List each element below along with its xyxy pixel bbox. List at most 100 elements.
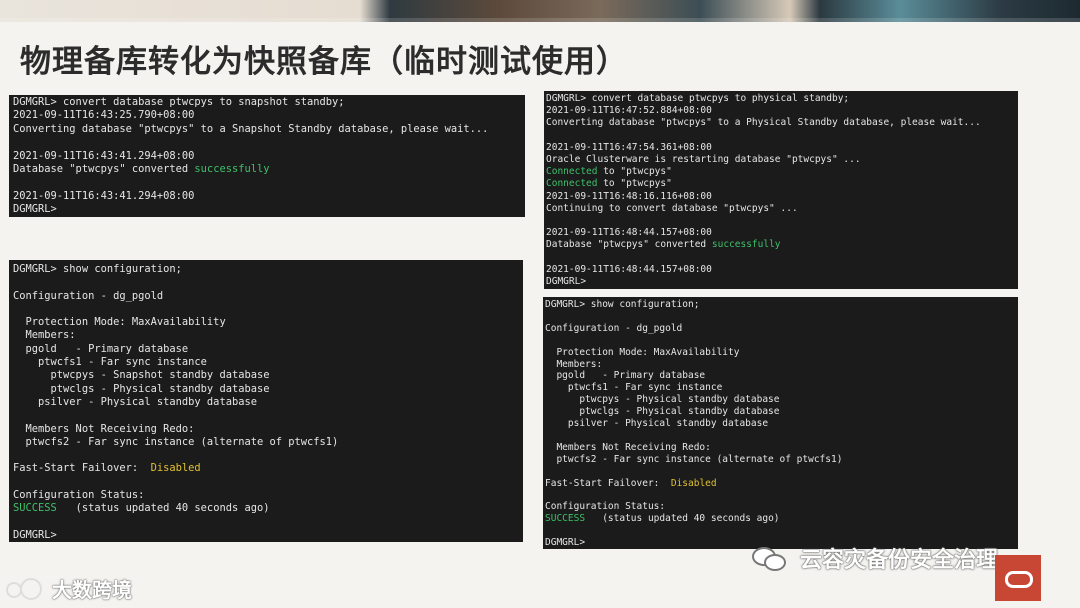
terminal-status-keyword: SUCCESS — [13, 502, 57, 515]
terminal-line-text: Continuing to convert database "ptwcpys"… — [546, 202, 798, 214]
decorative-banner — [0, 0, 1080, 22]
terminal-line-text — [545, 525, 551, 536]
terminal-line: Database "ptwcpys" converted successfull… — [13, 163, 521, 176]
terminal-line: Continuing to convert database "ptwcpys"… — [546, 203, 1016, 215]
terminal-line-text: DGMGRL> convert database ptwcpys to snap… — [13, 96, 345, 108]
terminal-line-text — [13, 409, 19, 421]
terminal-line-text: 2021-09-11T16:48:44.157+08:00 — [546, 227, 712, 239]
terminal-status-keyword: Disabled — [150, 462, 201, 475]
terminal-line: SUCCESS (status updated 40 seconds ago) — [13, 502, 519, 515]
terminal-line-text: (status updated 40 seconds ago) — [56, 502, 270, 515]
terminal-line-text — [545, 490, 551, 501]
terminal-line-text: Configuration Status: — [13, 489, 145, 502]
terminal-line-text: DGMGRL> — [13, 528, 57, 541]
terminal-line-text: Fast-Start Failover: — [545, 477, 671, 489]
terminal-line — [545, 430, 1016, 442]
terminal-line: ptwclgs - Physical standby database — [13, 383, 519, 396]
terminal-line: 2021-09-11T16:43:25.790+08:00 — [13, 109, 521, 122]
terminal-line-text — [13, 176, 19, 188]
terminal-line: ptwclgs - Physical standby database — [545, 406, 1016, 418]
terminal-line — [13, 176, 521, 189]
terminal-line-text: 2021-09-11T16:48:16.116+08:00 — [546, 190, 712, 202]
terminal-line: ptwcfs2 - Far sync instance (alternate o… — [13, 436, 519, 449]
terminal-line: ptwcfs2 - Far sync instance (alternate o… — [545, 454, 1016, 466]
terminal-line: ptwcpys - Physical standby database — [545, 394, 1016, 406]
oracle-logo-icon — [995, 555, 1041, 601]
terminal-line: Members Not Receiving Redo: — [13, 423, 519, 436]
terminal-line — [13, 409, 519, 422]
terminal-line — [13, 449, 519, 462]
terminal-line-text: ptwcpys - Snapshot standby database — [13, 369, 270, 382]
terminal-status-keyword: successfully — [711, 239, 781, 251]
terminal-line-text: Members: — [545, 358, 603, 370]
terminal-line — [13, 303, 519, 316]
terminal-line-text — [546, 215, 552, 226]
terminal-line: DGMGRL> convert database ptwcpys to snap… — [13, 96, 521, 109]
terminal-line-text: Members Not Receiving Redo: — [545, 441, 711, 453]
brand-logo-icon — [6, 577, 42, 600]
terminal-line: ptwcfs1 - Far sync instance — [13, 356, 519, 369]
terminal-line-text: ptwclgs - Physical standby database — [545, 406, 780, 418]
watermark-right-text: 云容灾备份安全治理 — [800, 548, 999, 573]
terminal-line-text: Fast-Start Failover: — [13, 462, 151, 475]
terminal-line: Configuration Status: — [13, 489, 519, 502]
slide-title: 物理备库转化为快照备库（临时测试使用） — [20, 44, 628, 80]
terminal-line: Members Not Receiving Redo: — [545, 442, 1016, 454]
terminal-line-text — [545, 466, 551, 477]
terminal-status-keyword: Disabled — [670, 477, 717, 489]
terminal-line-text — [545, 335, 551, 346]
terminal-line-text — [545, 311, 551, 322]
terminal-line-text: DGMGRL> convert database ptwcpys to phys… — [546, 93, 850, 104]
terminal-line — [545, 335, 1016, 347]
terminal-line: DGMGRL> show configuration; — [545, 299, 1016, 311]
terminal-line — [546, 215, 1016, 227]
terminal-line: psilver - Physical standby database — [545, 418, 1016, 430]
terminal-line: 2021-09-11T16:47:54.361+08:00 — [546, 142, 1016, 154]
terminal-line: ptwcpys - Snapshot standby database — [13, 369, 519, 382]
terminal-line-text — [13, 449, 19, 461]
terminal-line: DGMGRL> convert database ptwcpys to phys… — [546, 93, 1016, 105]
terminal-line-text — [13, 276, 19, 288]
watermark-left: 大数跨境 — [6, 574, 132, 603]
terminal-line-text: ptwcfs1 - Far sync instance — [13, 356, 207, 369]
terminal-line: 2021-09-11T16:47:52.884+08:00 — [546, 105, 1016, 117]
terminal-line: Converting database "ptwcpys" to a Physi… — [546, 117, 1016, 129]
terminal-convert-to-physical: DGMGRL> convert database ptwcpys to phys… — [544, 91, 1018, 289]
watermark-right: 云容灾备份安全治理 — [752, 542, 998, 574]
terminal-line: Configuration Status: — [545, 501, 1016, 513]
terminal-line: psilver - Physical standby database — [13, 396, 519, 409]
terminal-line: 2021-09-11T16:43:41.294+08:00 — [13, 150, 521, 163]
terminal-line: 2021-09-11T16:43:41.294+08:00 — [13, 190, 521, 203]
terminal-line — [545, 311, 1016, 323]
terminal-status-keyword: Connected — [546, 166, 598, 178]
terminal-line-text: ptwcpys - Physical standby database — [545, 394, 780, 406]
terminal-line: Fast-Start Failover: Disabled — [13, 462, 519, 475]
terminal-line-text: Protection Mode: MaxAvailability — [545, 346, 740, 358]
terminal-line-text: 2021-09-11T16:43:25.790+08:00 — [13, 109, 195, 122]
terminal-line-text: Configuration Status: — [545, 501, 666, 513]
terminal-line-text: DGMGRL> — [546, 276, 587, 288]
terminal-line-text: ptwcfs2 - Far sync instance (alternate o… — [545, 453, 843, 465]
terminal-line — [545, 490, 1016, 502]
terminal-status-keyword: successfully — [194, 163, 270, 176]
terminal-line — [546, 252, 1016, 264]
terminal-line-text: Configuration - dg_pgold — [545, 322, 683, 334]
terminal-line: Oracle Clusterware is restarting databas… — [546, 154, 1016, 166]
terminal-line-text: Oracle Clusterware is restarting databas… — [546, 154, 861, 166]
terminal-line-text — [13, 516, 19, 528]
terminal-show-configuration-physical: DGMGRL> show configuration; Configuratio… — [543, 297, 1018, 549]
terminal-line: Members: — [13, 329, 519, 342]
terminal-line: 2021-09-11T16:48:44.157+08:00 — [546, 227, 1016, 239]
terminal-line-text — [13, 476, 19, 488]
terminal-line: Members: — [545, 359, 1016, 371]
terminal-status-keyword: SUCCESS — [545, 513, 586, 525]
terminal-line-text: ptwcfs1 - Far sync instance — [545, 382, 723, 394]
terminal-line: pgold - Primary database — [13, 343, 519, 356]
terminal-line-text: Members Not Receiving Redo: — [13, 422, 195, 435]
terminal-show-configuration-snapshot: DGMGRL> show configuration; Configuratio… — [9, 260, 523, 542]
terminal-line — [13, 136, 521, 149]
terminal-line: ptwcfs1 - Far sync instance — [545, 382, 1016, 394]
terminal-line-text: Database "ptwcpys" converted — [13, 163, 195, 176]
terminal-line-text: DGMGRL> — [13, 203, 57, 216]
terminal-line-text: Members: — [13, 329, 76, 342]
